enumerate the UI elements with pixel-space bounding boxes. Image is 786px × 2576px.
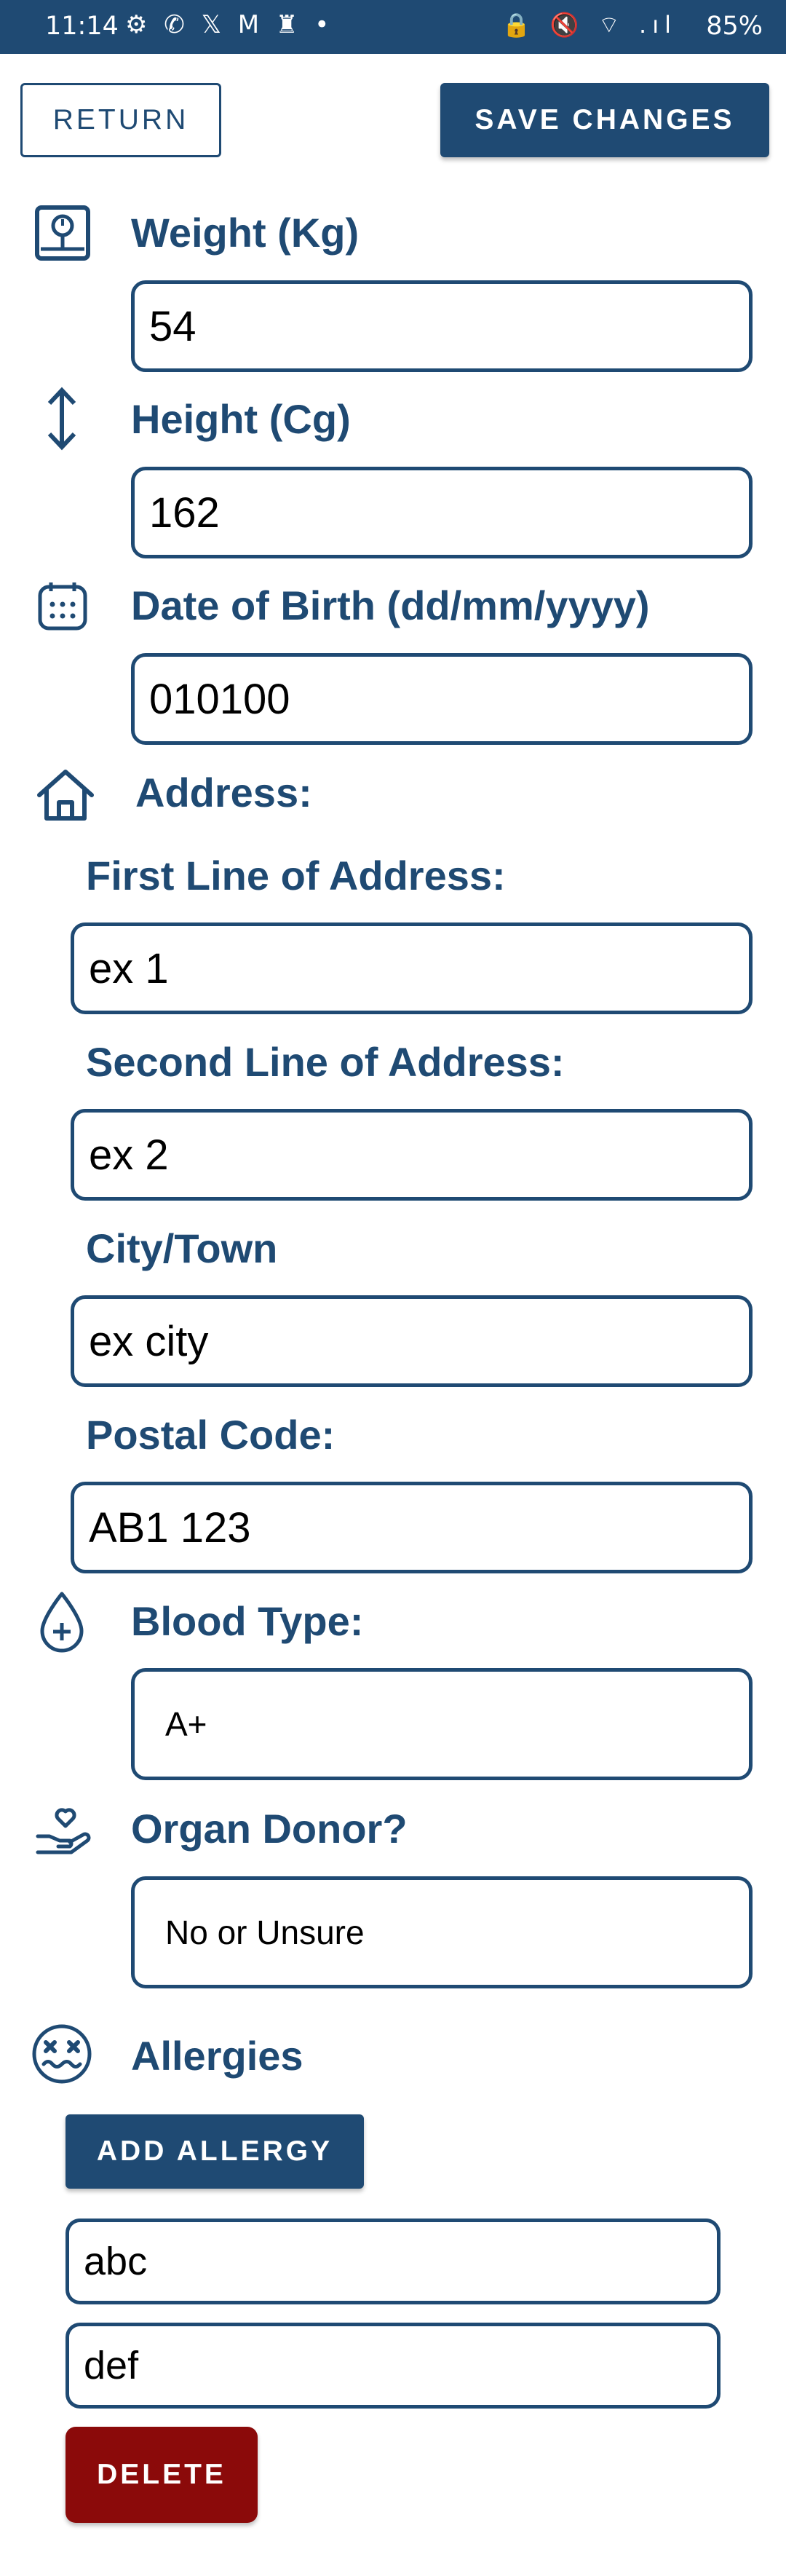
- blood-drop-icon: [38, 1590, 86, 1653]
- address-line2-label: Second Line of Address:: [86, 1039, 565, 1085]
- add-allergy-button[interactable]: ADD ALLERGY: [66, 2114, 364, 2189]
- organ-donor-label: Organ Donor?: [131, 1806, 408, 1852]
- postal-code-label: Postal Code:: [86, 1412, 336, 1458]
- home-icon: [36, 767, 95, 823]
- allergy-input[interactable]: abc: [66, 2219, 720, 2304]
- date-of-birth-label: Date of Birth (dd/mm/yyyy): [131, 582, 650, 628]
- weight-scale-icon: [33, 204, 92, 262]
- calendar-icon: [36, 580, 89, 632]
- city-input[interactable]: ex city: [71, 1295, 753, 1387]
- date-of-birth-input[interactable]: 010100: [131, 653, 753, 745]
- address-line1-input[interactable]: ex 1: [71, 922, 753, 1014]
- allergy-input[interactable]: def: [66, 2323, 720, 2409]
- blood-type-label: Blood Type:: [131, 1598, 364, 1644]
- height-label: Height (Cg): [131, 396, 351, 442]
- address-line2-input[interactable]: ex 2: [71, 1109, 753, 1201]
- organ-donor-select[interactable]: No or Unsure: [131, 1876, 753, 1988]
- status-bar: 11:14 ⚙ ✆ 𝕏 M ♜ • 🔒 🔇 ⌔ .ıl 85%: [0, 0, 786, 54]
- hand-heart-icon: [35, 1801, 93, 1857]
- save-changes-button[interactable]: SAVE CHANGES: [440, 83, 769, 157]
- postal-code-input[interactable]: AB1 123: [71, 1482, 753, 1573]
- height-input[interactable]: 162: [131, 467, 753, 558]
- address-label: Address:: [135, 770, 312, 815]
- blood-type-select[interactable]: A+: [131, 1668, 753, 1780]
- allergy-face-icon: [31, 2023, 93, 2085]
- address-line1-label: First Line of Address:: [86, 853, 506, 898]
- allergies-label: Allergies: [131, 2033, 303, 2079]
- battery-level: 85%: [706, 12, 763, 41]
- notification-icons: ⚙ ✆ 𝕏 M ♜ •: [125, 10, 334, 39]
- delete-allergy-button[interactable]: DELETE: [66, 2427, 258, 2523]
- vertical-arrows-icon: [44, 386, 80, 451]
- return-button[interactable]: RETURN: [20, 83, 221, 157]
- system-status-icons: 🔒 🔇 ⌔ .ıl: [501, 11, 677, 39]
- weight-input[interactable]: 54: [131, 280, 753, 372]
- status-time: 11:14: [45, 12, 119, 41]
- city-label: City/Town: [86, 1225, 278, 1271]
- weight-label: Weight (Kg): [131, 210, 360, 256]
